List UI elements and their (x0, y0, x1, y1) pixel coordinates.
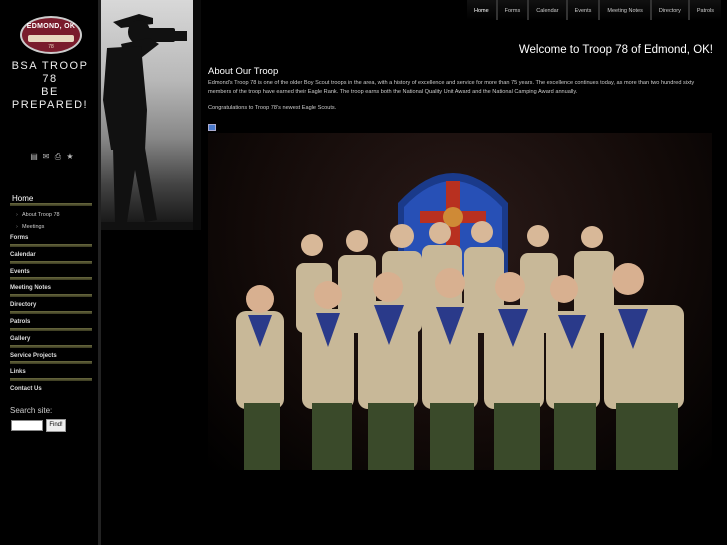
logo-band (28, 35, 74, 42)
sidebar-item-patrols[interactable]: Patrols (10, 317, 92, 334)
tab-home[interactable]: Home (466, 0, 498, 20)
tab-patrols[interactable]: Patrols (689, 0, 721, 20)
tab-events[interactable]: Events (567, 0, 601, 20)
sidebar-item-label: Gallery (10, 335, 31, 342)
eagle-scouts-group-photo (208, 133, 712, 470)
nav-bar (10, 310, 92, 314)
top-navigation: Home Forms Calendar Events Meeting Notes… (466, 0, 721, 20)
sidebar-subitem-about[interactable]: About Troop 78 (10, 209, 92, 221)
photographer-silhouette-image (101, 0, 193, 230)
tab-forms[interactable]: Forms (497, 0, 530, 20)
nav-bar (10, 344, 92, 348)
nav-bar (10, 378, 92, 382)
side-navigation: Home About Troop 78 Meetings Forms Calen… (10, 192, 92, 401)
print-icon[interactable]: ⎙ (54, 153, 62, 161)
sidebar-item-home[interactable]: Home (10, 192, 92, 209)
sidebar-item-label: Contact Us (10, 386, 42, 393)
silhouette-graphic (101, 14, 193, 230)
sidebar-item-label: Links (10, 369, 26, 376)
nav-bar (10, 243, 92, 247)
tab-meeting-notes[interactable]: Meeting Notes (600, 0, 652, 20)
search-label: Search site: (10, 406, 53, 415)
nav-bar (10, 277, 92, 281)
sidebar-item-gallery[interactable]: Gallery (10, 334, 92, 351)
sidebar-item-label: Service Projects (10, 352, 57, 359)
sidebar-item-contact-us[interactable]: Contact Us (10, 384, 92, 401)
sidebar-item-label: Patrols (10, 318, 31, 325)
sidebar-item-events[interactable]: Events (10, 267, 92, 284)
sidebar-item-label: Calendar (10, 251, 36, 258)
sidebar-item-directory[interactable]: Directory (10, 300, 92, 317)
group-photo-graphic (236, 173, 684, 470)
sidebar-subitem-meetings[interactable]: Meetings (10, 221, 92, 233)
sidebar-item-label: Directory (10, 302, 37, 309)
bookmark-icon[interactable]: ★ (66, 153, 74, 161)
logo-top-text: EDMOND, OK (26, 23, 76, 30)
site-title-line: PREPARED! (11, 99, 89, 111)
page-tools: ▤ ✉ ⎙ ★ (30, 153, 74, 163)
logo-sub-text: 78 (48, 44, 54, 50)
sidebar-item-label: Meeting Notes (10, 285, 52, 292)
tab-calendar[interactable]: Calendar (529, 0, 568, 20)
troop-logo[interactable]: EDMOND, OK 78 (20, 16, 82, 54)
sidebar-item-label: Home (12, 194, 34, 203)
nav-bar (10, 294, 92, 298)
site-title-line: 78 (42, 73, 58, 85)
left-sidebar: EDMOND, OK 78 BSA TROOP 78 BE PREPARED! … (0, 0, 100, 545)
nav-bar (10, 203, 92, 206)
sidebar-item-calendar[interactable]: Calendar (10, 250, 92, 267)
welcome-heading: Welcome to Troop 78 of Edmond, OK! (518, 44, 713, 56)
nav-bar (10, 361, 92, 365)
hero-edge (193, 0, 201, 230)
tab-directory[interactable]: Directory (651, 0, 690, 20)
sidebar-item-forms[interactable]: Forms (10, 233, 92, 250)
about-heading: About Our Troop (208, 66, 279, 77)
email-icon[interactable]: ✉ (42, 153, 50, 161)
site-title: BSA TROOP 78 BE PREPARED! (0, 60, 100, 112)
nav-bar (10, 327, 92, 331)
site-title-line: BSA TROOP (11, 60, 89, 72)
sidebar-item-meeting-notes[interactable]: Meeting Notes (10, 283, 92, 300)
nav-bar (10, 260, 92, 264)
about-paragraph: Edmond's Troop 78 is one of the older Bo… (208, 80, 695, 96)
sidebar-item-links[interactable]: Links (10, 367, 92, 384)
sidebar-item-label: Forms (10, 235, 29, 241)
congrats-text: Congratulations to Troop 78's newest Eag… (208, 105, 337, 111)
search-input[interactable] (11, 420, 43, 431)
sidebar-item-service-projects[interactable]: Service Projects (10, 351, 92, 368)
site-title-line: BE (41, 86, 59, 98)
sidebar-item-label: Events (10, 268, 30, 275)
image-placeholder-icon[interactable] (208, 124, 216, 131)
find-button[interactable]: Find! (46, 419, 66, 432)
print-view-icon[interactable]: ▤ (30, 153, 38, 161)
